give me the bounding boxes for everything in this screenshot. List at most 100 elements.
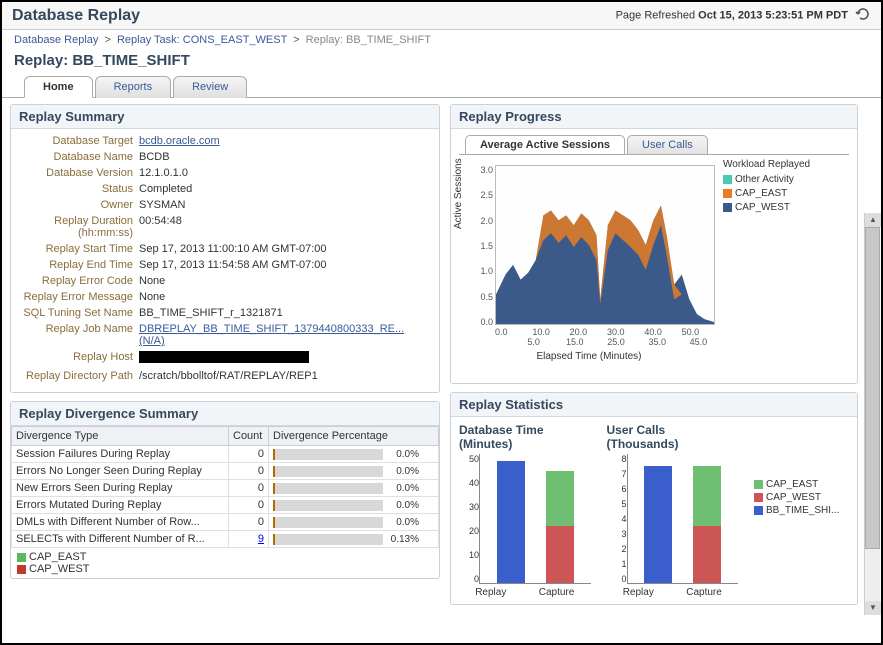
divergence-pct-cell: 0.0% [269, 480, 439, 497]
legend-cap-west-label: CAP_WEST [29, 563, 90, 575]
breadcrumb-link-task[interactable]: Replay Task: CONS_EAST_WEST [117, 34, 287, 46]
divergence-header: Replay Divergence Summary [11, 402, 439, 426]
summary-row: Replay Start TimeSep 17, 2013 11:00:10 A… [19, 243, 431, 255]
pct-text: 0.0% [383, 466, 419, 477]
legend-cap-east-label: CAP_EAST [29, 551, 86, 563]
divergence-count-cell: 0 [229, 497, 269, 514]
stats-legend-cap-east-label: CAP_EAST [766, 479, 818, 490]
breadcrumb-link-root[interactable]: Database Replay [14, 34, 98, 46]
replay-subtitle: Replay: BB_TIME_SHIFT [2, 50, 881, 75]
divergence-panel: Replay Divergence Summary Divergence Typ… [10, 401, 440, 579]
refresh-icon[interactable] [855, 6, 871, 25]
user-calls-replay-bar [644, 466, 672, 583]
scroll-thumb[interactable] [865, 227, 880, 549]
replay-statistics-header: Replay Statistics [451, 393, 857, 417]
xtick: 30.0 [607, 327, 644, 337]
progress-xlabel: Elapsed Time (Minutes) [459, 351, 719, 362]
divergence-type-cell: Errors Mutated During Replay [12, 497, 229, 514]
xtick: 20.0 [570, 327, 607, 337]
summary-label: Replay Directory Path [19, 370, 139, 382]
xtick: 50.0 [682, 327, 719, 337]
ytick: 3.0 [473, 165, 493, 175]
divergence-type-cell: New Errors Seen During Replay [12, 480, 229, 497]
ytick: 5 [607, 499, 627, 509]
table-row: Errors Mutated During Replay0 0.0% [12, 497, 439, 514]
divergence-count-link[interactable]: 9 [258, 533, 264, 545]
tab-avg-active-sessions[interactable]: Average Active Sessions [465, 135, 625, 154]
replay-summary-panel: Replay Summary Database Targetbcdb.oracl… [10, 104, 440, 393]
progress-chart: Active Sessions 3.02.52.01.51.00.50.0 0.… [459, 159, 719, 359]
pct-bar [273, 466, 383, 477]
breadcrumb: Database Replay > Replay Task: CONS_EAST… [2, 30, 881, 50]
divergence-type-cell: Errors No Longer Seen During Replay [12, 463, 229, 480]
page-title: Database Replay [12, 7, 140, 25]
pct-text: 0.0% [383, 449, 419, 460]
summary-label: Replay Duration (hh:mm:ss) [19, 215, 139, 239]
user-calls-title: User Calls (Thousands) [607, 423, 739, 451]
tab-review[interactable]: Review [173, 76, 247, 98]
main-tabs: Home Reports Review [2, 75, 881, 98]
pct-bar [273, 500, 383, 511]
summary-value: DBREPLAY_BB_TIME_SHIFT_1379440800333_RE.… [139, 323, 431, 347]
ytick: 1 [607, 559, 627, 569]
scroll-up-icon[interactable]: ▲ [865, 213, 881, 227]
redacted-value [139, 351, 309, 363]
ytick: 10 [459, 550, 479, 560]
summary-row: Replay End TimeSep 17, 2013 11:54:58 AM … [19, 259, 431, 271]
summary-link[interactable]: bcdb.oracle.com [139, 135, 220, 147]
ytick: 0 [459, 574, 479, 584]
summary-label: Replay Job Name [19, 323, 139, 347]
xtick: 40.0 [644, 327, 681, 337]
tab-user-calls[interactable]: User Calls [627, 135, 708, 154]
replay-summary-header: Replay Summary [11, 105, 439, 129]
refresh-timestamp: Oct 15, 2013 5:23:51 PM PDT [698, 9, 848, 21]
xtick: 35.0 [637, 337, 678, 347]
replay-progress-header: Replay Progress [451, 105, 857, 129]
summary-label: Replay Start Time [19, 243, 139, 255]
summary-label: Database Target [19, 135, 139, 147]
scroll-down-icon[interactable]: ▼ [865, 601, 881, 615]
tab-home[interactable]: Home [24, 76, 93, 98]
summary-link[interactable]: DBREPLAY_BB_TIME_SHIFT_1379440800333_RE.… [139, 323, 404, 347]
stats-legend: CAP_EAST CAP_WEST BB_TIME_SHI... [754, 423, 849, 598]
summary-row: StatusCompleted [19, 183, 431, 195]
db-time-chart: Database Time (Minutes) 50403020100 [459, 423, 591, 598]
divergence-count-cell: 0 [229, 463, 269, 480]
ytick: 2 [607, 544, 627, 554]
divergence-count-cell[interactable]: 9 [229, 531, 269, 548]
legend-cap-west-icon [17, 565, 26, 574]
divergence-type-cell: SELECTs with Different Number of R... [12, 531, 229, 548]
summary-label: SQL Tuning Set Name [19, 307, 139, 319]
divergence-pct-cell: 0.0% [269, 446, 439, 463]
db-time-replay-bar [497, 461, 525, 583]
summary-label: Replay Host [19, 351, 139, 366]
ytick: 3 [607, 529, 627, 539]
summary-label: Database Name [19, 151, 139, 163]
summary-value: bcdb.oracle.com [139, 135, 431, 147]
summary-label: Database Version [19, 167, 139, 179]
tab-reports[interactable]: Reports [95, 76, 172, 98]
summary-label: Replay Error Code [19, 275, 139, 287]
divergence-count-cell: 0 [229, 446, 269, 463]
xtick: 25.0 [595, 337, 636, 347]
legend-cap-west-prog-icon [723, 203, 732, 212]
divergence-count-cell: 0 [229, 480, 269, 497]
db-time-title: Database Time (Minutes) [459, 423, 591, 451]
pct-text: 0.0% [383, 500, 419, 511]
summary-row: Database Version12.1.0.1.0 [19, 167, 431, 179]
table-row: Errors No Longer Seen During Replay0 0.0% [12, 463, 439, 480]
summary-value: None [139, 291, 431, 303]
pct-bar [273, 483, 383, 494]
summary-row: SQL Tuning Set NameBB_TIME_SHIFT_r_13218… [19, 307, 431, 319]
summary-value: 12.1.0.1.0 [139, 167, 431, 179]
ytick: 50 [459, 454, 479, 464]
ytick: 20 [459, 526, 479, 536]
xtick: 45.0 [678, 337, 719, 347]
divergence-pct-cell: 0.0% [269, 497, 439, 514]
progress-legend-title: Workload Replayed [723, 159, 849, 170]
table-row: Session Failures During Replay00.0% [12, 446, 439, 463]
progress-ylabel: Active Sessions [453, 158, 464, 229]
vertical-scrollbar[interactable]: ▲ ▼ [864, 213, 880, 615]
progress-legend: Workload Replayed Other Activity CAP_EAS… [719, 159, 849, 359]
pct-bar [273, 534, 383, 545]
